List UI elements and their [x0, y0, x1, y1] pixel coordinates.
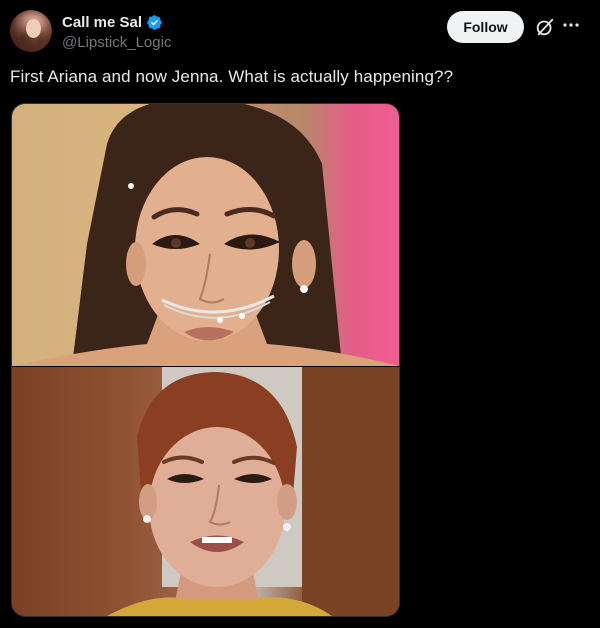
photo-top-illustration: [12, 104, 399, 366]
tweet-card: Call me Sal @Lipstick_Logic Follow First…: [0, 0, 600, 628]
tweet-text: First Ariana and now Jenna. What is actu…: [10, 67, 454, 86]
grok-icon[interactable]: [534, 16, 556, 38]
follow-button[interactable]: Follow: [447, 11, 524, 43]
avatar-face: [26, 19, 41, 38]
verified-badge-icon: [147, 14, 162, 30]
user-handle[interactable]: @Lipstick_Logic: [62, 34, 171, 51]
display-name[interactable]: Call me Sal: [62, 14, 142, 31]
display-name-row: Call me Sal: [62, 12, 171, 32]
user-info: Call me Sal @Lipstick_Logic: [62, 12, 171, 52]
photo-bottom-illustration: [107, 367, 399, 616]
more-icon[interactable]: [562, 18, 580, 32]
avatar[interactable]: [10, 10, 52, 52]
photo-bottom[interactable]: [12, 367, 399, 616]
media-grid[interactable]: [11, 103, 400, 617]
photo-top[interactable]: [12, 104, 399, 366]
